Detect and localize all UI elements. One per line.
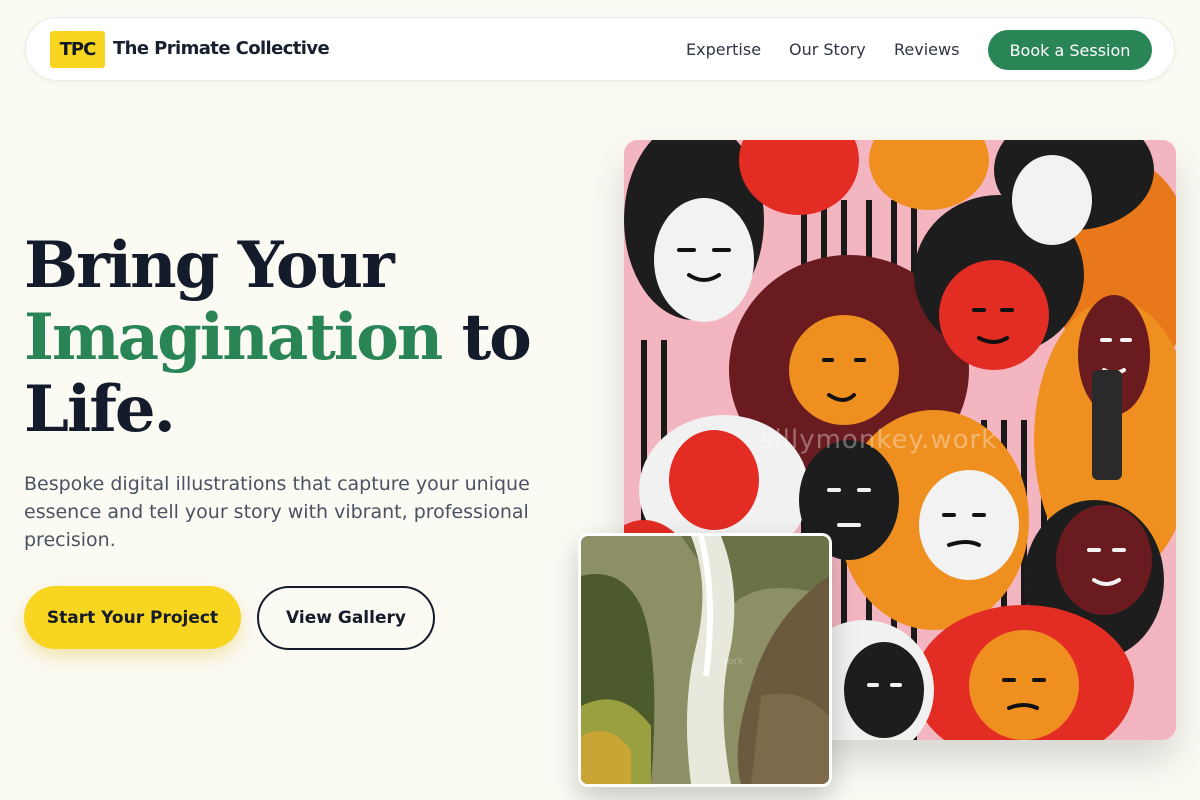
hero-subtitle: Bespoke digital illustrations that captu… bbox=[24, 473, 530, 551]
hero-title-accent: Imagination bbox=[24, 300, 443, 375]
waterfall-painting-image: .work bbox=[578, 533, 832, 787]
waterfall-illustration: .work bbox=[581, 536, 829, 784]
hero-title-line1: Bring Your bbox=[24, 228, 395, 303]
svg-text:.work: .work bbox=[716, 656, 744, 667]
view-gallery-button[interactable]: View Gallery bbox=[257, 586, 435, 650]
book-session-button[interactable]: Book a Session bbox=[988, 30, 1152, 70]
start-project-button[interactable]: Start Your Project bbox=[24, 586, 241, 649]
image-watermark: sillymonkey.work bbox=[760, 425, 998, 455]
nav-link-our-story[interactable]: Our Story bbox=[789, 40, 866, 59]
top-navigation: TPC The Primate Collective Expertise Our… bbox=[25, 17, 1175, 81]
hero-title-line2-rest: to bbox=[441, 300, 532, 375]
nav-link-reviews[interactable]: Reviews bbox=[894, 40, 959, 59]
hero-title-line3: Life. bbox=[24, 372, 176, 447]
nav-link-expertise[interactable]: Expertise bbox=[686, 40, 761, 59]
logo-badge[interactable]: TPC bbox=[50, 31, 105, 68]
hero-title: Bring Your Imagination to Life. bbox=[24, 230, 584, 446]
brand-name[interactable]: The Primate Collective bbox=[113, 38, 330, 59]
